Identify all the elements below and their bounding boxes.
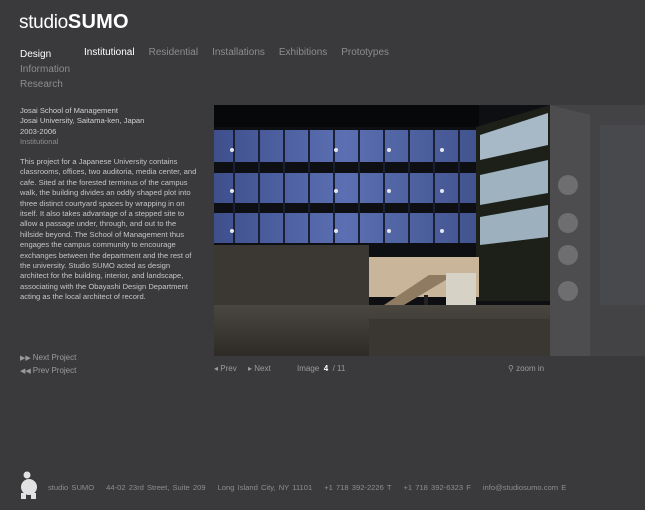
category-installations[interactable]: Installations [212,47,265,58]
prev-project-link[interactable]: ◀◀ Prev Project [20,365,76,378]
project-info: Josai School of Management Josai Univers… [20,106,198,148]
logo-text-light: studio [19,12,68,33]
footer-address: 44-02 23rd Street, Suite 209 [106,483,206,492]
next-image-preview[interactable] [550,105,645,356]
footer-company: studio SUMO [48,483,95,492]
double-chevron-left-icon: ◀◀ [20,368,31,375]
footer-email[interactable]: info@studiosumo.com E [483,483,566,492]
category-nav: Institutional Residential Installations Exh… [84,47,403,58]
next-image-thumbnail [550,105,645,356]
image-counter-label: Image [297,364,320,373]
prev-project-label: Prev Project [32,366,77,375]
studio-sumo-logo[interactable]: studioSUMO [19,12,129,32]
next-project-link[interactable]: ▶▶ Next Project [20,352,76,365]
nav-item-research[interactable]: Research [20,77,70,92]
category-residential[interactable]: Residential [149,47,198,58]
project-title: Josai School of Management [20,106,118,115]
project-years: 2003-2006 [20,126,57,136]
prev-image-label: Prev [220,364,237,373]
primary-nav: Design Information Research [20,47,70,92]
image-counter: Image 4 / 11 [297,364,345,373]
triangle-right-icon: ▸ [248,364,253,373]
footer-contact-line: studio SUMO 44-02 23rd Street, Suite 209 L… [48,483,578,492]
project-description: This project for a Japanese University c… [20,157,197,302]
project-nav: ▶▶ Next Project ◀◀ Prev Project [20,352,76,378]
category-institutional[interactable]: Institutional [84,47,135,58]
nav-item-information[interactable]: Information [20,62,70,77]
double-chevron-right-icon: ▶▶ [20,355,31,362]
category-exhibitions[interactable]: Exhibitions [279,47,327,58]
magnifier-icon: ⚲ [508,364,514,373]
logo-text-bold: SUMO [67,11,129,33]
footer-city: Long Island City, NY 11101 [217,483,313,492]
category-prototypes[interactable]: Prototypes [341,47,389,58]
sumo-wrestler-icon [21,471,37,499]
next-image-button[interactable]: ▸ Next [248,364,271,373]
footer-phone: +1 718 392-2226 T [324,483,392,492]
zoom-in-label: zoom in [516,364,545,373]
image-current-number: 4 [323,364,329,373]
zoom-in-button[interactable]: ⚲ zoom in [508,364,544,373]
triangle-left-icon: ◂ [214,364,219,373]
project-location: Josai University, Saitama-ken, Japan [20,116,145,126]
next-project-label: Next Project [32,353,77,362]
project-photo[interactable] [214,105,550,356]
next-image-label: Next [254,364,271,373]
project-category: Institutional [20,137,59,147]
footer-fax: +1 718 392-6323 F [403,483,471,492]
prev-image-button[interactable]: ◂ Prev [214,364,237,373]
building-photo-image [214,105,550,356]
nav-item-design[interactable]: Design [20,47,70,62]
image-total: / 11 [332,364,346,373]
